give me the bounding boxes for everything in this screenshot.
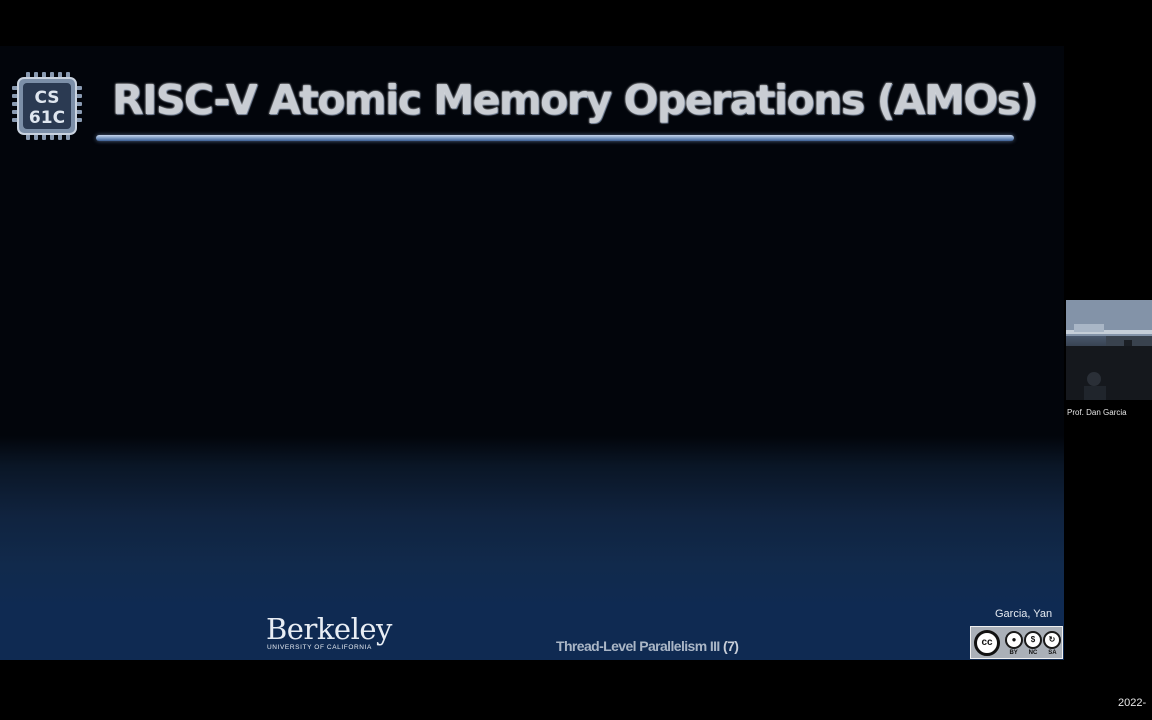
license-by-label: BY bbox=[1009, 650, 1018, 656]
slide-footer: Thread-Level Parallelism III (7) bbox=[556, 638, 739, 654]
footer-page-number: (7) bbox=[723, 638, 739, 654]
berkeley-logo: Berkeley UNIVERSITY OF CALIFORNIA bbox=[266, 614, 392, 651]
license-labels: BY NC SA bbox=[1004, 650, 1062, 656]
berkeley-wordmark: Berkeley bbox=[266, 612, 392, 646]
logo-text-61c: 61C bbox=[29, 108, 65, 128]
creative-commons-icon: cc bbox=[974, 630, 1000, 656]
slide-authors: Garcia, Yan bbox=[995, 608, 1053, 620]
title-underline bbox=[96, 135, 1014, 141]
license-sa-label: SA bbox=[1048, 650, 1057, 656]
attribution-icon: ● bbox=[1005, 631, 1023, 649]
participant-name: Prof. Dan Garcia bbox=[1067, 408, 1127, 417]
cs61c-chip-logo-icon: CS 61C bbox=[12, 72, 82, 140]
footer-lecture-title: Thread-Level Parallelism III bbox=[556, 638, 720, 654]
timestamp: 2022- bbox=[1118, 697, 1147, 709]
video-scene-icon bbox=[1066, 300, 1152, 400]
license-nc-label: NC bbox=[1028, 650, 1038, 656]
participant-video bbox=[1066, 300, 1152, 400]
presentation-slide: CS 61C RISC-V Atomic Memory Operations (… bbox=[0, 46, 1064, 660]
screen-share-view: CS 61C RISC-V Atomic Memory Operations (… bbox=[0, 0, 1152, 720]
logo-text-cs: CS bbox=[34, 88, 59, 108]
sharealike-icon: ↻ bbox=[1043, 631, 1061, 649]
slide-title: RISC-V Atomic Memory Operations (AMOs) bbox=[112, 76, 1038, 124]
noncommercial-icon: $ bbox=[1024, 631, 1042, 649]
participant-video-tile[interactable]: Prof. Dan Garcia bbox=[1066, 300, 1152, 422]
creative-commons-badge: cc ● $ ↻ BY NC SA bbox=[970, 626, 1063, 659]
